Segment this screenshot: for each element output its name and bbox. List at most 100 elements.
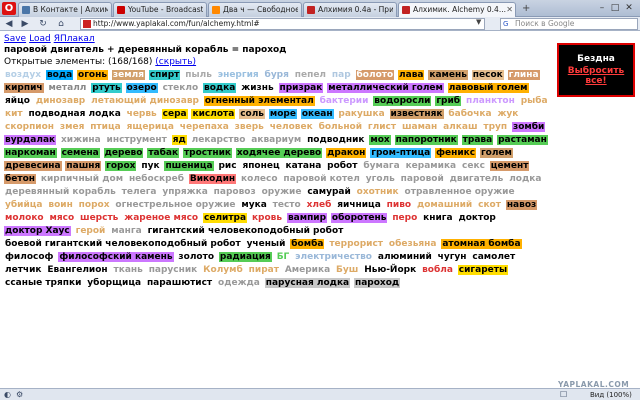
element-chip[interactable]: табак	[147, 148, 180, 158]
element-chip[interactable]: Нью-Йорк	[363, 265, 418, 275]
element-chip[interactable]: паровой котел	[282, 174, 361, 184]
minimize-icon[interactable]: –	[596, 1, 608, 15]
element-chip[interactable]: глист	[366, 122, 398, 132]
element-chip[interactable]: небоскреб	[127, 174, 186, 184]
element-chip[interactable]: телега	[120, 187, 158, 197]
element-chip[interactable]: самолет	[471, 252, 517, 262]
element-chip[interactable]: лава	[398, 70, 425, 80]
home-icon[interactable]: ⌂	[55, 18, 67, 30]
element-chip[interactable]: птица	[89, 122, 122, 132]
element-chip[interactable]: шерсть	[79, 213, 120, 223]
element-chip[interactable]: семена	[60, 148, 100, 158]
element-chip[interactable]: лодка	[508, 174, 543, 184]
element-chip[interactable]: жареное мясо	[123, 213, 200, 223]
element-chip[interactable]: доктор	[457, 213, 497, 223]
element-chip[interactable]: инструмент	[105, 135, 168, 145]
element-chip[interactable]: летчик	[4, 265, 43, 275]
element-chip[interactable]: бабочка	[447, 109, 493, 119]
element-chip[interactable]: кирпичный дом	[39, 174, 125, 184]
element-chip[interactable]: отравленное оружие	[403, 187, 516, 197]
element-chip[interactable]: Викодин	[188, 174, 237, 184]
element-chip[interactable]: ящерица	[125, 122, 175, 132]
element-chip[interactable]: уголь	[364, 174, 396, 184]
element-chip[interactable]: книга	[422, 213, 454, 223]
load-link[interactable]: Load	[29, 34, 51, 44]
element-chip[interactable]: ткань	[112, 265, 144, 275]
element-chip[interactable]: летающий динозавр	[90, 96, 200, 106]
element-chip[interactable]: кит	[4, 109, 24, 119]
element-chip[interactable]: человек	[268, 122, 314, 132]
element-chip[interactable]: охотник	[355, 187, 400, 197]
element-chip[interactable]: ученый	[245, 239, 287, 249]
element-chip[interactable]: сера	[161, 109, 188, 119]
element-chip[interactable]: океан	[300, 109, 334, 119]
element-chip[interactable]: змея	[58, 122, 86, 132]
element-chip[interactable]: бумага	[362, 161, 401, 171]
element-chip[interactable]: парашютист	[145, 278, 214, 288]
element-chip[interactable]: буря	[263, 70, 290, 80]
element-chip[interactable]: пыль	[184, 70, 213, 80]
element-chip[interactable]: кислота	[191, 109, 236, 119]
element-chip[interactable]: жук	[496, 109, 520, 119]
discard-all-link[interactable]: Выбросить все!	[559, 66, 633, 86]
save-link[interactable]: Save	[4, 34, 26, 44]
element-chip[interactable]: гром-птица	[370, 148, 432, 158]
element-chip[interactable]: соль	[239, 109, 265, 119]
element-chip[interactable]: водка	[203, 83, 237, 93]
element-chip[interactable]: пароход	[354, 278, 401, 288]
element-chip[interactable]: Колумб	[202, 265, 244, 275]
yaplakal-link[interactable]: ЯПлакал	[54, 34, 95, 44]
close-window-icon[interactable]: ✕	[623, 1, 635, 15]
element-chip[interactable]: паровой	[399, 174, 445, 184]
element-chip[interactable]: дерево	[103, 148, 144, 158]
settings-icon[interactable]: ⚙	[16, 390, 23, 400]
element-chip[interactable]: огонь	[77, 70, 109, 80]
address-input[interactable]: http://www.yaplakal.com/fun/alchemy.html…	[80, 18, 485, 30]
element-chip[interactable]: водоросли	[373, 96, 432, 106]
element-chip[interactable]: порох	[77, 200, 111, 210]
element-chip[interactable]: бактерии	[318, 96, 370, 106]
element-chip[interactable]: воин	[47, 200, 74, 210]
element-chip[interactable]: огнестрельное оружие	[114, 200, 237, 210]
element-chip[interactable]: земля	[111, 70, 145, 80]
element-chip[interactable]: камень	[428, 70, 468, 80]
tab-youtube[interactable]: YouTube - Broadcast Y...	[113, 2, 207, 17]
element-chip[interactable]: керамика	[404, 161, 458, 171]
new-tab-button[interactable]: +	[522, 3, 530, 15]
element-chip[interactable]: одежда	[217, 278, 261, 288]
element-chip[interactable]: террорист	[328, 239, 385, 249]
element-chip[interactable]: бомба	[290, 239, 325, 249]
element-chip[interactable]: оборотень	[330, 213, 388, 223]
element-chip[interactable]: философский камень	[58, 252, 174, 262]
element-chip[interactable]: голем	[479, 148, 513, 158]
element-chip[interactable]: лавовый голем	[447, 83, 529, 93]
element-chip[interactable]: пук	[140, 161, 161, 171]
element-chip[interactable]: вода	[45, 70, 74, 80]
element-chip[interactable]: известняк	[389, 109, 444, 119]
element-chip[interactable]: древесина	[4, 161, 62, 171]
element-chip[interactable]: червь	[125, 109, 158, 119]
search-input[interactable]: G Поиск в Google	[500, 18, 638, 30]
element-chip[interactable]: озеро	[125, 83, 158, 93]
element-chip[interactable]: ртуть	[91, 83, 122, 93]
element-chip[interactable]: пшеница	[164, 161, 214, 171]
element-chip[interactable]: планктон	[464, 96, 516, 106]
element-chip[interactable]: Евангелион	[46, 265, 109, 275]
element-chip[interactable]: наркоман	[4, 148, 57, 158]
element-chip[interactable]: металлический голем	[327, 83, 444, 93]
element-chip[interactable]: БГ	[275, 252, 291, 262]
tab-alchemy-active[interactable]: Алхимик. Alchemy 0.4... ✕	[398, 2, 516, 18]
tab-dvach[interactable]: Два ч — Свободное о...	[208, 2, 302, 17]
element-chip[interactable]: стекло	[161, 83, 200, 93]
element-chip[interactable]: рис	[217, 161, 238, 171]
element-chip[interactable]: пепел	[293, 70, 328, 80]
element-chip[interactable]: боевой гигантский человекоподобный робот	[4, 239, 242, 249]
element-chip[interactable]: селитра	[203, 213, 248, 223]
element-chip[interactable]: огненный элементал	[203, 96, 315, 106]
element-chip[interactable]: энергия	[216, 70, 260, 80]
element-chip[interactable]: ходячее дерево	[235, 148, 323, 158]
element-chip[interactable]: пират	[247, 265, 280, 275]
element-chip[interactable]: болото	[355, 70, 395, 80]
element-chip[interactable]: кровь	[250, 213, 284, 223]
element-chip[interactable]: воздух	[4, 70, 43, 80]
